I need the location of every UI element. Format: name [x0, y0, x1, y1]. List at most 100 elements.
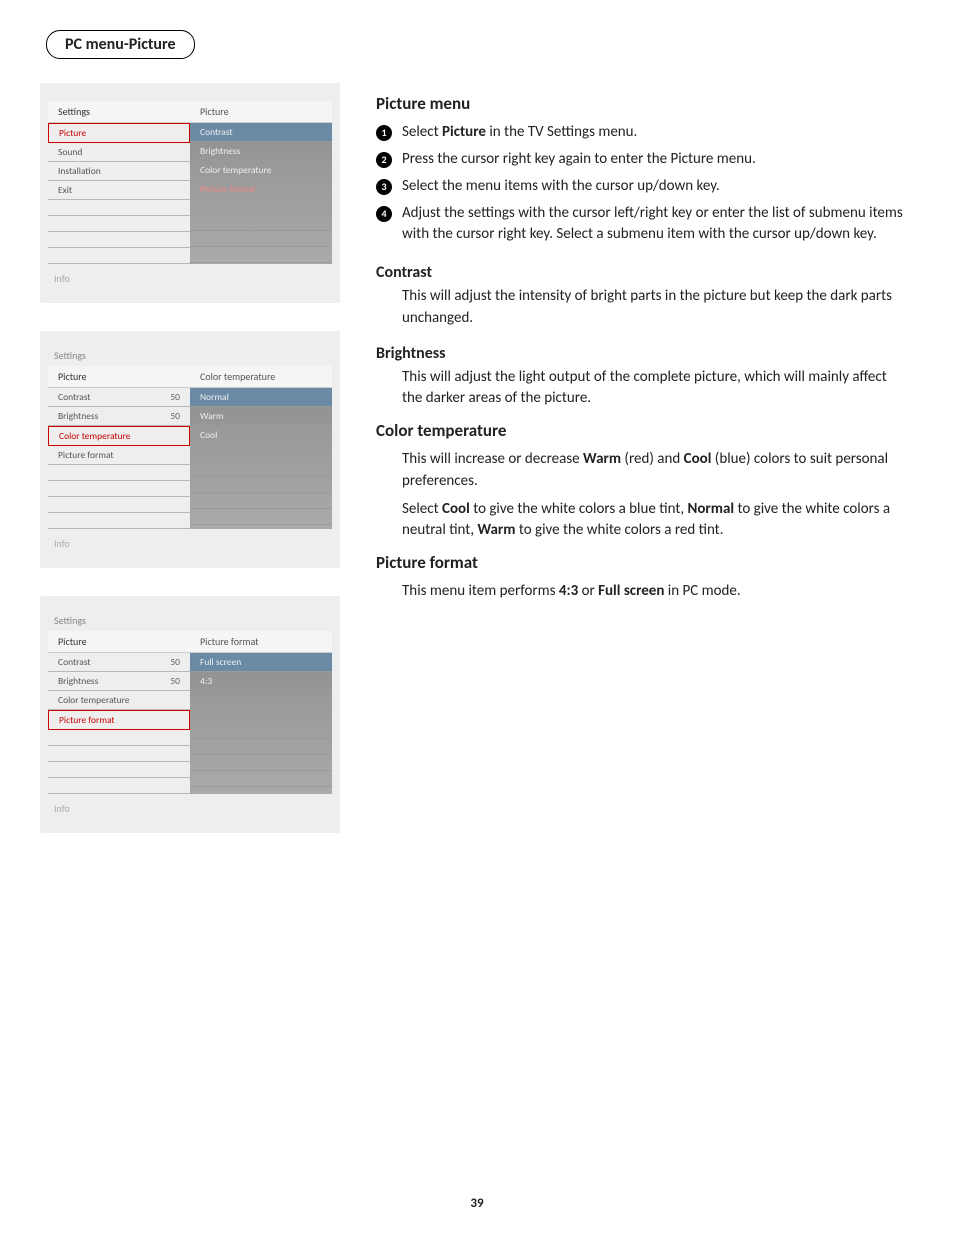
menu-row: Warm	[190, 407, 332, 426]
menu-row	[48, 778, 190, 794]
pane-header: Picture	[48, 366, 190, 388]
body-color-temp-2: Select Cool to give the white colors a b…	[402, 499, 904, 543]
row-value: 50	[170, 391, 180, 403]
menu-row	[190, 509, 332, 525]
step-1: 1 Select Picture in the TV Settings menu…	[376, 122, 904, 143]
menu-row: Contrast	[190, 123, 332, 142]
step-number-icon: 2	[376, 152, 392, 168]
steps-list: 1 Select Picture in the TV Settings menu…	[376, 122, 904, 245]
menu-row: Picture format	[48, 710, 190, 730]
row-label: 4:3	[200, 675, 212, 687]
row-value: 50	[170, 675, 180, 687]
row-label: Picture	[59, 127, 86, 139]
pane-right-2: Color temperature Normal Warm Cool	[190, 366, 332, 529]
pane-header: Picture	[190, 101, 332, 123]
menu-row	[190, 199, 332, 215]
menu-row	[190, 493, 332, 509]
step-number-icon: 1	[376, 125, 392, 141]
menu-row	[48, 513, 190, 529]
step-4: 4 Adjust the settings with the cursor le…	[376, 203, 904, 245]
row-label: Full screen	[200, 656, 241, 668]
row-label: Installation	[58, 165, 101, 177]
menu-row	[48, 762, 190, 778]
subtitle-contrast: Contrast	[376, 263, 904, 282]
menu-row	[48, 481, 190, 497]
menu-row	[190, 691, 332, 707]
pane-right-1: Picture Contrast Brightness Color temper…	[190, 101, 332, 264]
menu-row	[48, 730, 190, 746]
menu-row	[190, 445, 332, 461]
body-contrast: This will adjust the intensity of bright…	[402, 286, 904, 330]
menu-row: Exit	[48, 181, 190, 200]
menu-row	[48, 200, 190, 216]
row-label: Brightness	[200, 145, 240, 157]
settings-label: Settings	[48, 614, 332, 631]
pane-right-3: Picture format Full screen 4:3	[190, 631, 332, 794]
info-label: Info	[48, 264, 332, 299]
menu-row: Brightness	[190, 142, 332, 161]
menu-row	[190, 707, 332, 723]
menu-row	[190, 461, 332, 477]
row-label: Contrast	[200, 126, 233, 138]
page-number: 39	[0, 1196, 954, 1211]
menu-shot-3: Settings Picture Contrast50 Brightness50…	[40, 596, 340, 833]
menu-row: Contrast 50	[48, 388, 190, 407]
menu-row	[190, 477, 332, 493]
step-2: 2 Press the cursor right key again to en…	[376, 149, 904, 170]
menu-row	[190, 755, 332, 771]
row-label: Picture format	[200, 183, 256, 195]
section-title-picture-menu: Picture menu	[376, 93, 904, 114]
row-label: Normal	[200, 391, 229, 403]
menu-row: Color temperature	[190, 161, 332, 180]
menu-row: Color temperature	[48, 426, 190, 446]
body-picture-format: This menu item performs 4:3 or Full scre…	[402, 581, 904, 603]
row-label: Color temperature	[58, 694, 130, 706]
step-text: Adjust the settings with the cursor left…	[402, 203, 904, 245]
menu-row: Cool	[190, 426, 332, 445]
row-label: Picture format	[58, 449, 114, 461]
section-title-color-temp: Color temperature	[376, 420, 904, 441]
menu-row: Brightness50	[48, 672, 190, 691]
menu-row: Full screen	[190, 653, 332, 672]
section-title-picture-format: Picture format	[376, 552, 904, 573]
menu-row	[48, 232, 190, 248]
page-title: PC menu-Picture	[46, 30, 195, 59]
right-column: Picture menu 1 Select Picture in the TV …	[376, 83, 914, 833]
menu-row	[190, 739, 332, 755]
row-value: 50	[170, 410, 180, 422]
step-number-icon: 3	[376, 179, 392, 195]
row-label: Warm	[200, 410, 224, 422]
menu-row: Installation	[48, 162, 190, 181]
content-columns: Settings Picture Sound Installation Exit…	[40, 83, 914, 833]
row-label: Brightness	[58, 410, 98, 422]
menu-row	[190, 771, 332, 787]
menu-row: Color temperature	[48, 691, 190, 710]
menu-row	[190, 723, 332, 739]
menu-row: Normal	[190, 388, 332, 407]
menu-row	[190, 215, 332, 231]
row-label: Exit	[58, 184, 72, 196]
row-label: Color temperature	[59, 430, 131, 442]
row-label: Color temperature	[200, 164, 272, 176]
row-label: Sound	[58, 146, 82, 158]
menu-row: Brightness 50	[48, 407, 190, 426]
menu-row	[190, 247, 332, 263]
menu-row	[48, 746, 190, 762]
step-text: Select Picture in the TV Settings menu.	[402, 122, 637, 143]
menu-row	[48, 465, 190, 481]
subtitle-brightness: Brightness	[376, 344, 904, 363]
pane-left-2: Picture Contrast 50 Brightness 50 Color te…	[48, 366, 190, 529]
row-label: Contrast	[58, 391, 91, 403]
menu-row	[48, 216, 190, 232]
info-label: Info	[48, 529, 332, 564]
pane-header: Picture	[48, 631, 190, 653]
menu-row: Sound	[48, 143, 190, 162]
body-brightness: This will adjust the light output of the…	[402, 367, 904, 411]
step-text: Press the cursor right key again to ente…	[402, 149, 756, 170]
pane-header: Color temperature	[190, 366, 332, 388]
pane-header: Picture format	[190, 631, 332, 653]
info-label: Info	[48, 794, 332, 829]
menu-row	[48, 248, 190, 264]
menu-row: Contrast50	[48, 653, 190, 672]
step-3: 3 Select the menu items with the cursor …	[376, 176, 904, 197]
